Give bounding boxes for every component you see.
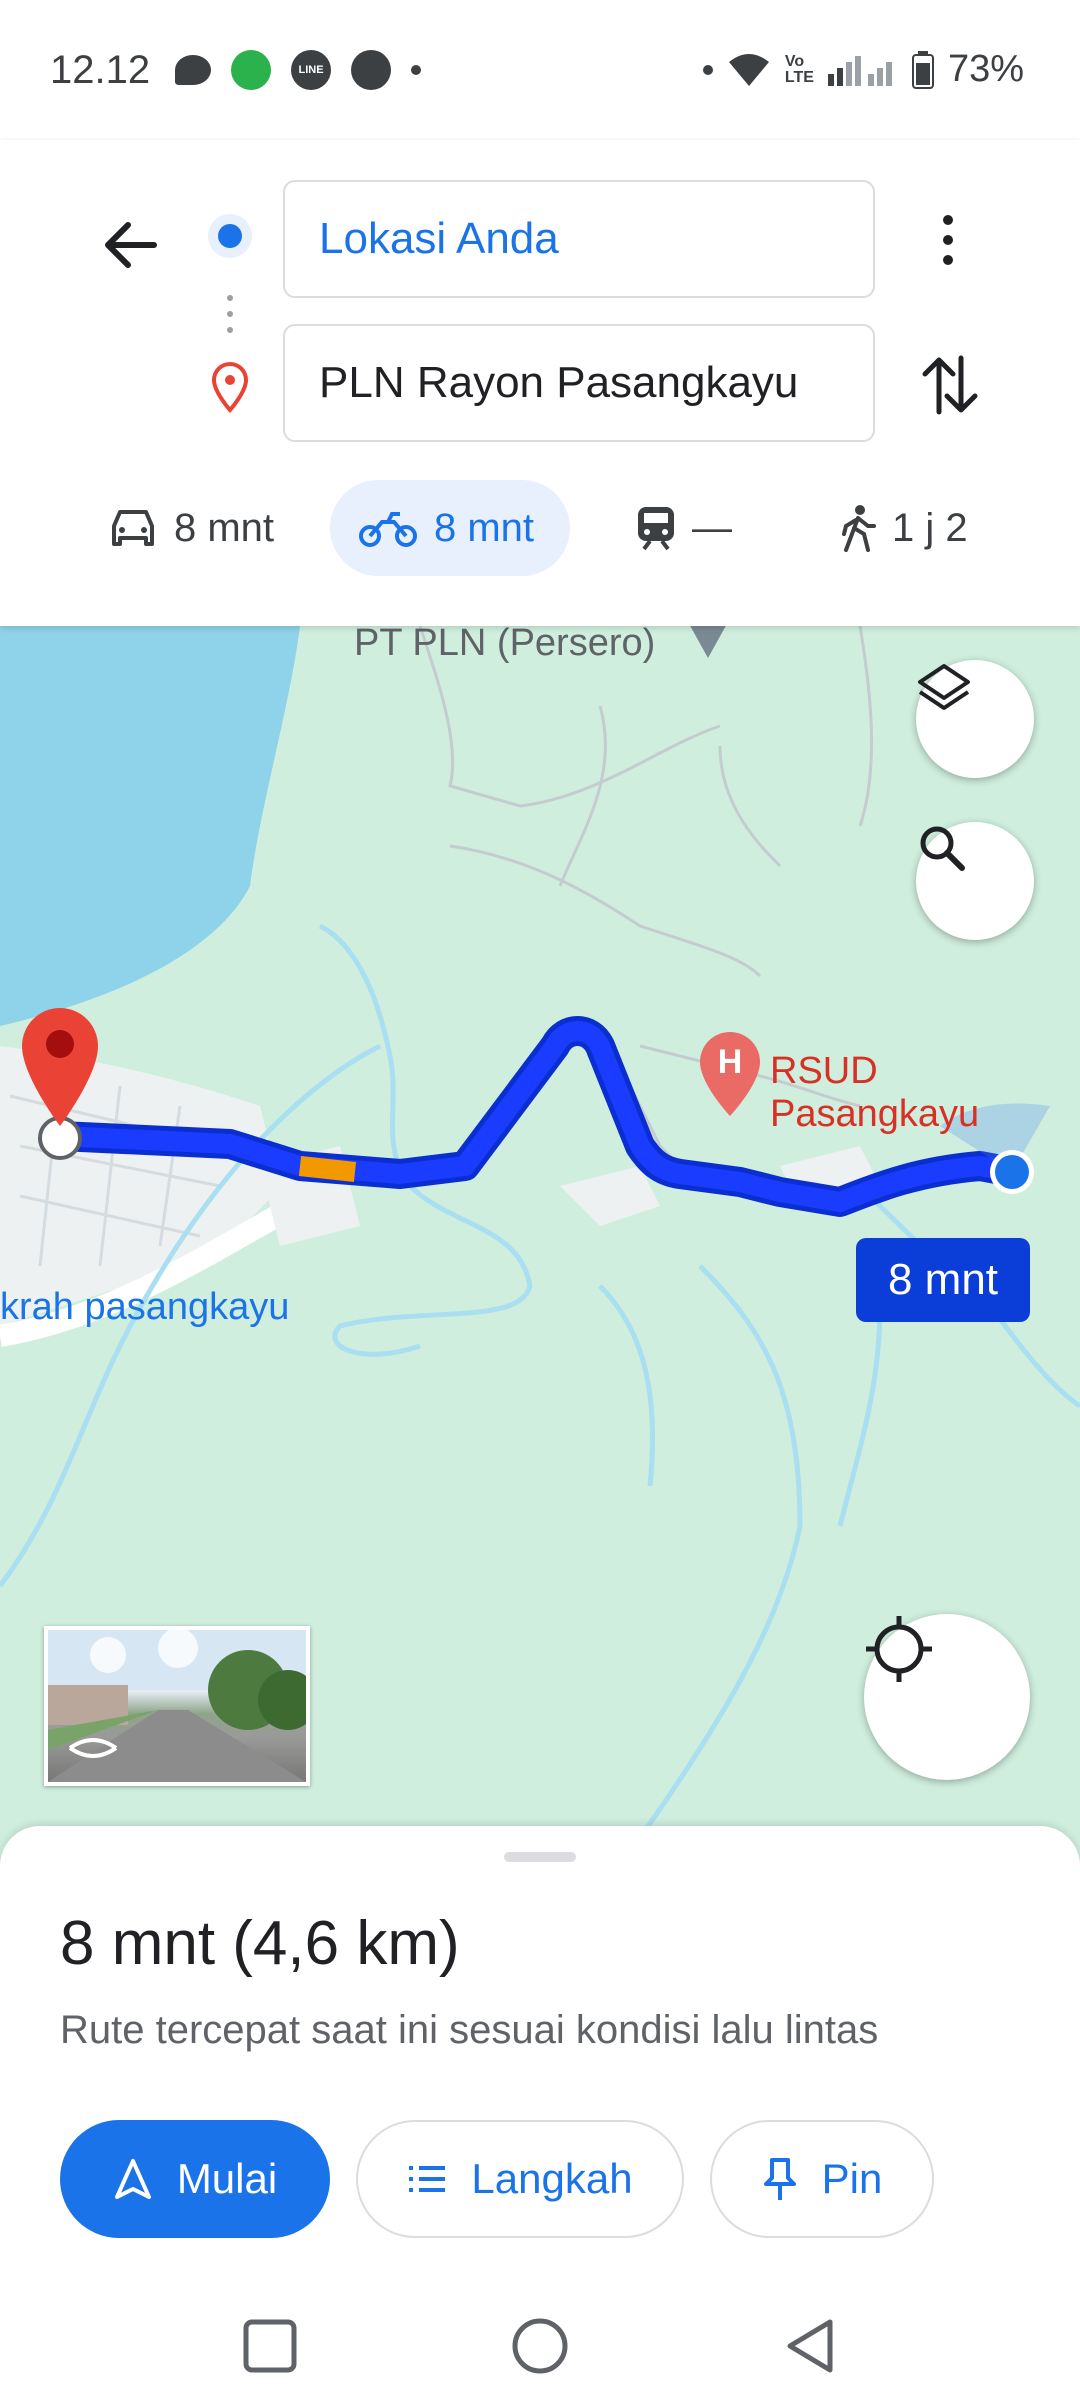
app-green-icon (231, 50, 271, 90)
message-app-icon (351, 50, 391, 90)
destination-pin-icon (211, 362, 249, 414)
train-icon (638, 507, 674, 551)
mode-walk[interactable]: 1 j 2 (812, 480, 996, 576)
start-navigation-button[interactable]: Mulai (60, 2120, 330, 2238)
search-along-route-button[interactable] (916, 822, 1034, 940)
system-navigation-bar (0, 2316, 1080, 2408)
mode-motorcycle-label: 8 mnt (434, 505, 535, 550)
svg-text:H: H (718, 1043, 743, 1081)
mode-car-label: 8 mnt (174, 505, 275, 550)
map-label-pln[interactable]: PT PLN (Persero) (354, 626, 655, 665)
start-label: Mulai (176, 2155, 278, 2202)
back-arrow-icon[interactable] (96, 210, 166, 280)
poi-marker-icon[interactable] (688, 626, 728, 658)
origin-input[interactable]: Lokasi Anda (283, 180, 875, 298)
destination-input[interactable]: PLN Rayon Pasangkayu (283, 324, 875, 442)
list-icon (409, 2166, 446, 2192)
walk-icon (842, 505, 876, 552)
route-description: Rute tercepat saat ini sesuai kondisi la… (60, 2008, 879, 2052)
more-options-icon[interactable] (920, 210, 980, 270)
chat-bubble-icon (175, 55, 211, 85)
my-location-button[interactable] (864, 1614, 1030, 1780)
crosshair-icon (866, 1616, 932, 1682)
wifi-icon (728, 53, 769, 86)
volte-icon: Vo LTE (784, 52, 814, 86)
more-notifications-icon (411, 65, 421, 75)
layers-icon (918, 664, 970, 710)
pin-icon (763, 2158, 796, 2200)
route-duration-distance: 8 mnt (4,6 km) (60, 1909, 460, 1978)
back-nav-icon[interactable] (780, 2316, 840, 2376)
directions-header: Lokasi Anda PLN Rayon Pasangkayu 8 mnt 8… (0, 140, 1080, 626)
map-label-locality[interactable]: krah pasangkayu (0, 1286, 289, 1329)
travel-modes: 8 mnt 8 mnt — 1 j 2 (0, 480, 1080, 580)
swap-icon[interactable] (915, 350, 985, 420)
mode-walk-label: 1 j 2 (892, 505, 968, 550)
notification-icons: LINE (175, 50, 421, 90)
search-icon (920, 826, 965, 871)
signal-icon (827, 55, 892, 86)
mode-transit-label: — (692, 505, 732, 550)
sheet-drag-handle[interactable] (504, 1852, 576, 1862)
route-connector (208, 214, 252, 414)
mode-motorcycle[interactable]: 8 mnt (330, 480, 570, 576)
layers-button[interactable] (916, 660, 1034, 778)
navigation-arrow-icon (114, 2159, 151, 2199)
pin-button[interactable]: Pin (710, 2120, 934, 2238)
car-icon (112, 510, 154, 546)
home-icon[interactable] (510, 2316, 570, 2376)
mode-car[interactable]: 8 mnt (80, 480, 302, 576)
battery-percent: 73% (947, 48, 1024, 90)
map-view[interactable]: H PT PLN (Persero) RSUD Pasangkayu krah … (0, 626, 1080, 1866)
dot-icon (702, 64, 713, 75)
mode-transit[interactable]: — (608, 480, 760, 576)
map-label-hospital[interactable]: RSUD Pasangkayu (770, 1050, 1080, 1136)
recent-apps-icon[interactable] (240, 2316, 300, 2376)
status-bar: 12.12 LINE Vo LTE 73% (0, 0, 1080, 140)
pin-label: Pin (821, 2155, 883, 2202)
motorcycle-icon (359, 512, 417, 547)
system-icons: Vo LTE 73% (702, 48, 1024, 91)
status-time: 12.12 (50, 48, 151, 92)
street-view-thumbnail[interactable] (44, 1626, 310, 1786)
steps-button[interactable]: Langkah (356, 2120, 684, 2238)
steps-label: Langkah (471, 2155, 633, 2202)
route-summary-sheet: 8 mnt (4,6 km) Rute tercepat saat ini se… (0, 1826, 1080, 2408)
route-eta-badge[interactable]: 8 mnt (856, 1238, 1030, 1322)
battery-icon (911, 50, 934, 89)
hospital-marker-icon[interactable]: H (700, 1032, 760, 1116)
line-app-icon: LINE (291, 50, 331, 90)
